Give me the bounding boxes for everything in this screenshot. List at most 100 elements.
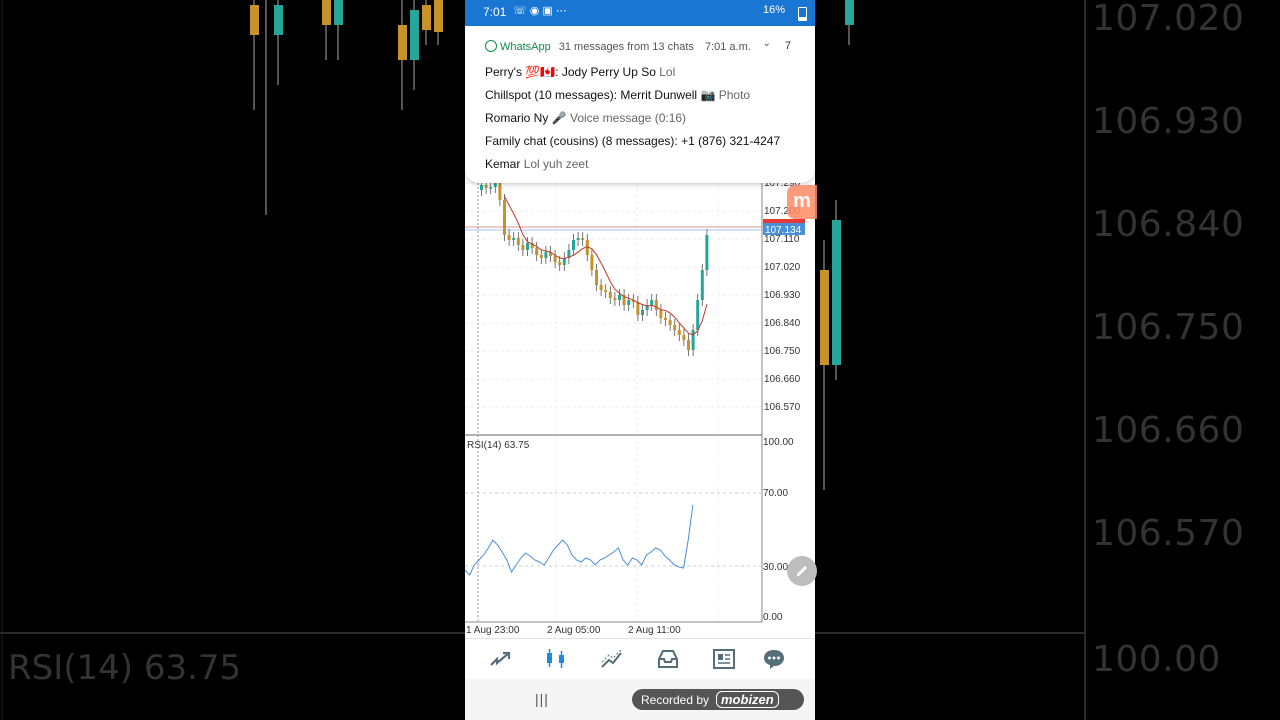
price-axis-label: 106.660 xyxy=(764,374,801,385)
notification-time: 7:01 a.m. xyxy=(704,41,751,53)
candle xyxy=(576,238,580,240)
notification-message[interactable]: Perry's 💯🇨🇦: Jody Perry Up So Lol xyxy=(485,65,675,79)
candle xyxy=(705,235,709,270)
candle xyxy=(516,238,520,245)
candle xyxy=(677,330,681,335)
message-body: 🎤 Voice message (0:16) xyxy=(551,111,687,125)
notification-count: 7 xyxy=(784,40,791,52)
bg-price-label: 106.840 xyxy=(1092,204,1245,245)
candle xyxy=(608,292,612,298)
message-body: Lol xyxy=(659,65,676,79)
notification-header: WhatsApp 31 messages from 13 chats 7:01 a… xyxy=(485,40,751,53)
message-body: Lol yuh zeet xyxy=(523,157,589,171)
price-axis-label: 106.840 xyxy=(764,318,801,329)
time-axis-label: 2 Aug 05:00 xyxy=(547,625,601,636)
message-text: Merrit Dunwell xyxy=(620,88,698,102)
bg-candle xyxy=(422,5,431,30)
candle xyxy=(526,243,529,250)
whatsapp-icon xyxy=(485,40,497,52)
message-sender: Family chat (cousins) (8 messages): xyxy=(485,134,678,148)
bg-candle xyxy=(845,0,854,25)
candle xyxy=(562,258,566,265)
price-axis-label: 107.020 xyxy=(764,262,801,273)
time-axis-label: 2 Aug 11:00 xyxy=(628,625,681,636)
candle xyxy=(641,310,644,315)
candle xyxy=(613,298,617,300)
news-icon[interactable] xyxy=(711,647,737,671)
edit-button[interactable] xyxy=(787,556,817,586)
bg-candle xyxy=(274,5,283,35)
bg-candle xyxy=(398,25,407,60)
candle xyxy=(682,335,686,340)
bg-price-label: 106.570 xyxy=(1092,513,1245,554)
bg-candle xyxy=(820,270,829,365)
candle xyxy=(544,252,548,258)
candle xyxy=(539,255,543,258)
candle xyxy=(590,255,594,270)
candle xyxy=(572,240,575,250)
recorder-badge: Recorded by mobizen xyxy=(632,689,804,710)
bottom-navigation xyxy=(465,638,815,679)
whatsapp-notification[interactable]: WhatsApp 31 messages from 13 chats 7:01 a… xyxy=(465,26,815,183)
rsi-axis-label: 30.00 xyxy=(763,562,788,573)
notification-message[interactable]: Family chat (cousins) (8 messages): +1 (… xyxy=(485,134,780,148)
quotes-icon[interactable] xyxy=(487,647,513,671)
bg-price-label: 100.00 xyxy=(1092,639,1221,680)
expand-chevron-icon[interactable]: ⌄ xyxy=(763,38,771,49)
price-axis-label: 106.750 xyxy=(764,346,801,357)
candle xyxy=(659,310,663,318)
mobizen-float-icon[interactable]: m xyxy=(787,185,817,219)
candle xyxy=(687,340,690,350)
bg-candle xyxy=(410,10,419,60)
rsi-axis-label: 100.00 xyxy=(763,437,794,448)
current-price-text: 107.134 xyxy=(765,225,802,236)
candle xyxy=(691,330,695,350)
candle xyxy=(507,235,511,240)
candle xyxy=(503,200,506,235)
notification-message[interactable]: Chillspot (10 messages): Merrit Dunwell … xyxy=(485,88,750,102)
history-icon[interactable] xyxy=(655,647,681,671)
candle xyxy=(696,300,700,330)
time-axis-label: 1 Aug 23:00 xyxy=(466,625,520,636)
message-text: Jody Perry Up So xyxy=(561,65,656,79)
notification-message[interactable]: Romario Ny 🎤 Voice message (0:16) xyxy=(485,111,686,125)
candle xyxy=(581,238,585,240)
bg-candle xyxy=(322,0,331,25)
candle xyxy=(668,320,672,325)
price-axis-label: 106.930 xyxy=(764,290,801,301)
notification-summary: 31 messages from 13 chats xyxy=(558,41,694,53)
candle xyxy=(535,248,539,255)
candle xyxy=(636,302,640,315)
message-text: +1 (876) 321-4247 xyxy=(681,134,781,148)
messages-icon[interactable] xyxy=(761,647,787,671)
message-sender: Kemar xyxy=(485,157,521,171)
rsi-title: RSI(14) 63.75 xyxy=(467,440,530,451)
candle xyxy=(673,325,677,330)
recents-button[interactable]: ||| xyxy=(535,691,549,707)
candle xyxy=(484,185,488,188)
candle xyxy=(599,285,603,290)
bg-price-label: 106.930 xyxy=(1092,101,1245,142)
candle xyxy=(700,270,704,300)
candle xyxy=(498,182,502,200)
bg-rsi-label: RSI(14) 63.75 xyxy=(8,648,242,688)
candle xyxy=(553,256,557,262)
bg-candle xyxy=(832,220,841,365)
trade-icon[interactable] xyxy=(599,647,625,671)
candle xyxy=(604,290,608,292)
chart-icon[interactable] xyxy=(543,647,569,671)
candle xyxy=(558,262,562,265)
pencil-icon xyxy=(797,566,807,576)
bg-candle xyxy=(434,0,443,32)
message-sender: Chillspot (10 messages): xyxy=(485,88,618,102)
candle xyxy=(489,187,493,189)
candle xyxy=(512,238,516,240)
candle xyxy=(650,300,654,305)
notification-message[interactable]: Kemar Lol yuh zeet xyxy=(485,157,588,171)
candle xyxy=(664,318,667,320)
rsi-axis-label: 70.00 xyxy=(763,488,788,499)
candle xyxy=(627,300,631,305)
bg-price-label: 107.020 xyxy=(1092,0,1245,39)
candle xyxy=(595,270,598,285)
bg-candle xyxy=(334,0,343,25)
